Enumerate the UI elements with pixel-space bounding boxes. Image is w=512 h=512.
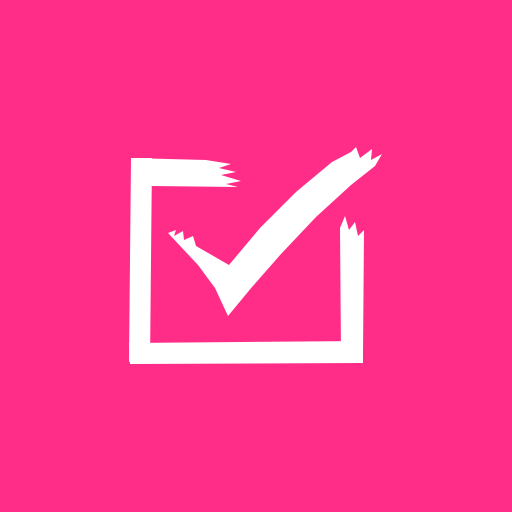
checkbox-frame-left <box>129 158 152 362</box>
app-icon <box>0 0 512 512</box>
app-icon-canvas <box>0 0 512 512</box>
checkbox-frame-right <box>340 216 364 355</box>
checkbox-frame-bottom <box>129 341 363 364</box>
